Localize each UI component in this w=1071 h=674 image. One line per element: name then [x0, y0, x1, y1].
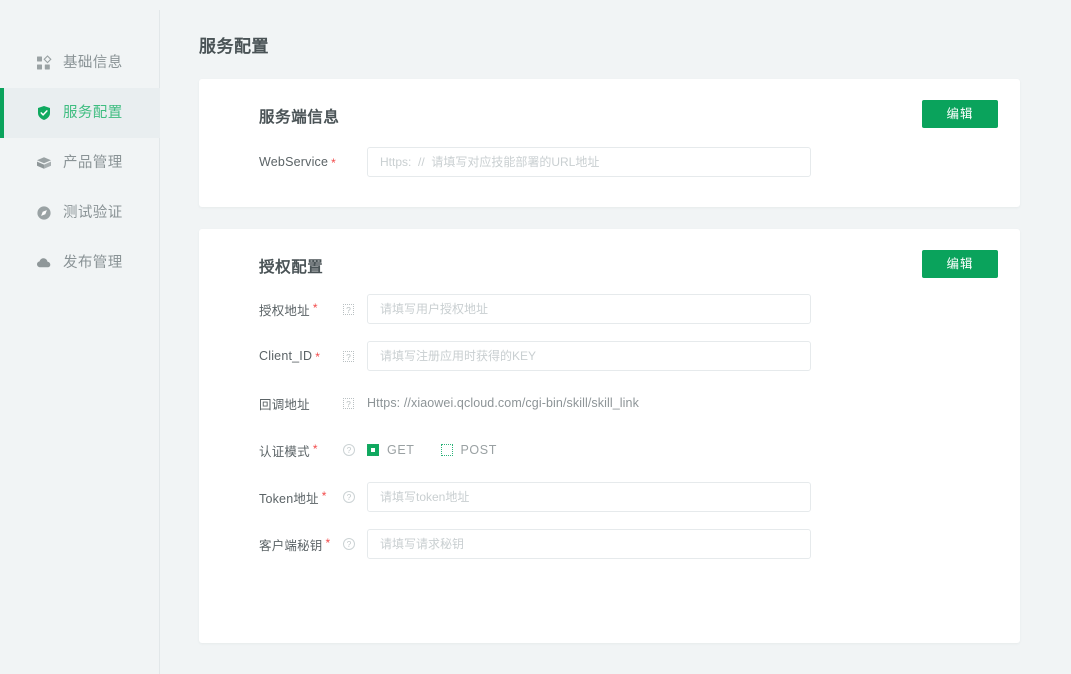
- radio-label: GET: [387, 443, 415, 457]
- sidebar-item-test-verification[interactable]: 测试验证: [0, 188, 160, 238]
- required-asterisk: *: [315, 350, 320, 364]
- required-asterisk: *: [313, 301, 318, 315]
- card-title: 服务端信息: [259, 105, 990, 127]
- field-label-text: WebService: [259, 155, 328, 169]
- field-label-client-secret: 客户端秘钥*: [259, 535, 341, 554]
- main-content: 服务配置 服务端信息 编辑 WebService* 授权配置 编辑 授权地址*: [160, 0, 1071, 674]
- sidebar-item-service-config[interactable]: 服务配置: [0, 88, 160, 138]
- field-label-webservice: WebService*: [259, 155, 341, 169]
- cloud-icon: [36, 255, 52, 271]
- help-slot: [341, 398, 367, 409]
- form-row-token-url: Token地址* ?: [229, 482, 990, 512]
- form-row-webservice: WebService*: [229, 147, 990, 177]
- help-slot: [341, 304, 367, 315]
- field-label-text: Token地址: [259, 492, 319, 506]
- radio-indicator: [367, 444, 379, 456]
- field-label-token-url: Token地址*: [259, 488, 341, 507]
- field-label-auth-url: 授权地址*: [259, 300, 341, 319]
- sidebar: 基础信息 服务配置: [0, 0, 160, 674]
- form-row-client-id: Client_ID*: [229, 341, 990, 371]
- box-package-icon: [36, 155, 52, 171]
- help-slot: [341, 351, 367, 362]
- callback-url-value: Https: //xiaowei.qcloud.com/cgi-bin/skil…: [367, 388, 639, 418]
- field-label-text: 授权地址: [259, 304, 310, 318]
- app-root: 基础信息 服务配置: [0, 0, 1071, 674]
- form-row-auth-url: 授权地址*: [229, 294, 990, 324]
- form-row-client-secret: 客户端秘钥* ?: [229, 529, 990, 559]
- webservice-input[interactable]: [367, 147, 811, 177]
- field-label-callback-url: 回调地址: [259, 394, 341, 413]
- help-icon[interactable]: ?: [343, 444, 355, 456]
- sidebar-nav: 基础信息 服务配置: [0, 38, 160, 288]
- sidebar-item-label: 发布管理: [63, 256, 123, 271]
- auth-mode-radio-group: GET POST: [367, 443, 497, 457]
- sidebar-item-label: 测试验证: [63, 206, 123, 221]
- field-label-text: Client_ID: [259, 349, 312, 363]
- server-info-card: 服务端信息 编辑 WebService*: [199, 79, 1020, 207]
- authorization-config-card: 授权配置 编辑 授权地址* Client_ID*: [199, 229, 1020, 643]
- help-icon[interactable]: [343, 304, 354, 315]
- radio-indicator: [441, 444, 453, 456]
- sidebar-item-label: 基础信息: [63, 56, 123, 71]
- radio-option-post[interactable]: POST: [441, 443, 497, 457]
- help-slot: ?: [341, 538, 367, 550]
- edit-button[interactable]: 编辑: [922, 250, 998, 278]
- field-label-text: 认证模式: [259, 445, 310, 459]
- token-url-input[interactable]: [367, 482, 811, 512]
- sidebar-item-label: 产品管理: [63, 156, 123, 171]
- help-slot: ?: [341, 444, 367, 456]
- card-title: 授权配置: [259, 255, 990, 277]
- auth-url-input[interactable]: [367, 294, 811, 324]
- field-label-text: 回调地址: [259, 398, 310, 412]
- client-secret-input[interactable]: [367, 529, 811, 559]
- sidebar-item-product-management[interactable]: 产品管理: [0, 138, 160, 188]
- help-icon[interactable]: [343, 351, 354, 362]
- compass-icon: [36, 205, 52, 221]
- edit-button[interactable]: 编辑: [922, 100, 998, 128]
- client-id-input[interactable]: [367, 341, 811, 371]
- sidebar-item-release-management[interactable]: 发布管理: [0, 238, 160, 288]
- card-bottom-spacer: [229, 559, 990, 613]
- radio-label: POST: [461, 443, 497, 457]
- field-label-text: 客户端秘钥: [259, 539, 323, 553]
- help-icon[interactable]: [343, 398, 354, 409]
- sidebar-item-label: 服务配置: [63, 106, 123, 121]
- field-label-auth-mode: 认证模式*: [259, 441, 341, 460]
- field-label-client-id: Client_ID*: [259, 349, 341, 363]
- shield-check-icon: [36, 105, 52, 121]
- form-row-auth-mode: 认证模式* ? GET POST: [229, 435, 990, 465]
- radio-option-get[interactable]: GET: [367, 443, 415, 457]
- sidebar-item-basic-info[interactable]: 基础信息: [0, 38, 160, 88]
- required-asterisk: *: [326, 536, 331, 550]
- help-icon[interactable]: ?: [343, 538, 355, 550]
- help-icon[interactable]: ?: [343, 491, 355, 503]
- grid-blocks-icon: [36, 55, 52, 71]
- help-slot: ?: [341, 491, 367, 503]
- required-asterisk: *: [322, 489, 327, 503]
- form-row-callback-url: 回调地址 Https: //xiaowei.qcloud.com/cgi-bin…: [229, 388, 990, 418]
- page-title: 服务配置: [199, 32, 1020, 57]
- required-asterisk: *: [313, 442, 318, 456]
- required-asterisk: *: [331, 156, 336, 170]
